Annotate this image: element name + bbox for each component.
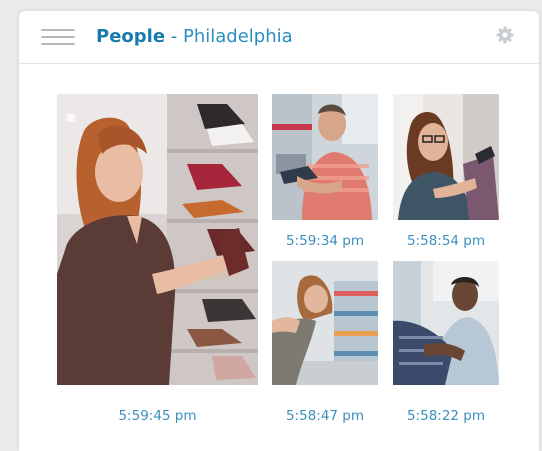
hamburger-menu-icon[interactable] [41, 26, 75, 48]
photo-man-shoe[interactable] [272, 94, 378, 220]
photo-woman-glasses[interactable] [393, 94, 499, 220]
title-location: Philadelphia [182, 26, 293, 47]
menu-line [41, 36, 75, 38]
photo-timestamp: 5:58:47 pm [285, 408, 365, 424]
photo-woman-aisle[interactable] [272, 261, 378, 385]
people-panel: People - Philadelphia 5:59:45 pm 5:59:34… [19, 11, 539, 451]
title-separator: - [165, 26, 183, 47]
panel-header: People - Philadelphia [19, 11, 539, 64]
page-title: People - Philadelphia [96, 25, 293, 49]
photo-timestamp: 5:59:34 pm [285, 233, 365, 249]
photo-woman-shoes[interactable] [57, 94, 258, 385]
photo-timestamp: 5:59:45 pm [118, 408, 197, 424]
photo-timestamp: 5:58:22 pm [406, 408, 486, 424]
gear-icon[interactable] [495, 25, 515, 45]
menu-line [41, 43, 75, 45]
photo-man-clothes[interactable] [393, 261, 499, 385]
title-category: People [96, 26, 166, 47]
menu-line [41, 29, 75, 31]
photo-timestamp: 5:58:54 pm [406, 233, 486, 249]
